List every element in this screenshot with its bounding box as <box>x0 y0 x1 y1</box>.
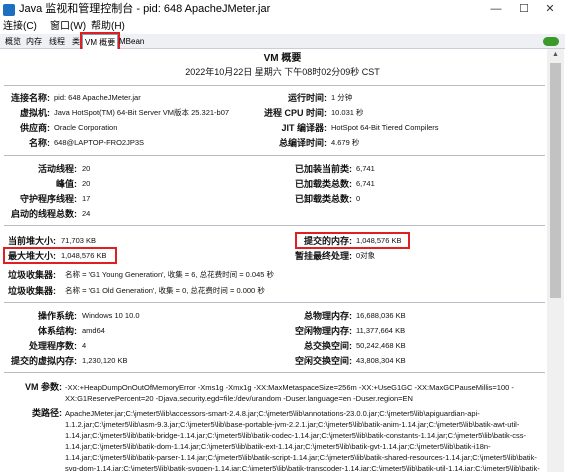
free-swap-label: 空闲交换空间: <box>295 356 352 366</box>
tab-overview[interactable]: 概览 <box>3 34 23 49</box>
os-label: 操作系统: <box>38 311 77 321</box>
tab-bar: 概览 内存 线程 类 VM 概要 MBean <box>0 32 565 51</box>
name-value: 648@LAPTOP-FRO2JP3S <box>54 138 145 147</box>
heap-label: 当前堆大小: <box>8 236 56 246</box>
free-swap-value: 43,808,304 KB <box>356 356 406 365</box>
jit-label: JIT 编译器: <box>281 123 327 133</box>
uptime-label: 运行时间: <box>288 93 327 103</box>
max-heap-value: 1,048,576 KB <box>61 251 107 260</box>
arch-value: amd64 <box>82 326 105 335</box>
committed-value: 1,048,576 KB <box>356 236 402 245</box>
divider <box>4 225 545 226</box>
title-bar: Java 监视和管理控制台 - pid: 648 ApacheJMeter.ja… <box>0 0 565 19</box>
free-phys-value: 11,377,664 KB <box>356 326 406 335</box>
os-value: Windows 10 10.0 <box>82 311 140 320</box>
phys-value: 16,688,036 KB <box>356 311 406 320</box>
divider <box>4 302 545 303</box>
daemon-value: 17 <box>82 194 91 203</box>
heap-value: 71,703 KB <box>61 236 97 245</box>
scroll-up-icon[interactable]: ▲ <box>547 49 564 61</box>
committed-label: 提交的内存: <box>304 236 352 246</box>
cpu-label: 进程 CPU 时间: <box>263 108 327 118</box>
live-threads-label: 活动线程: <box>38 164 77 174</box>
uptime-value: 1 分钟 <box>331 93 353 102</box>
menu-bar: 连接(C) 窗口(W) 帮助(H) <box>0 19 565 34</box>
gc-label: 垃圾收集器: <box>8 270 56 280</box>
summary-datetime: 2022年10月22日 星期六 下午08时02分09秒 CST <box>185 67 380 77</box>
vmem-label: 提交的虚拟内存: <box>11 356 77 366</box>
summary-title: VM 概要 <box>263 53 302 64</box>
compile-value: 4.679 秒 <box>331 138 360 147</box>
vmem-value: 1,230,120 KB <box>82 356 128 365</box>
menu-connection[interactable]: 连接(C) <box>3 19 37 34</box>
live-threads-value: 20 <box>82 164 91 173</box>
divider <box>4 372 545 373</box>
cpus-label: 处理程序数: <box>29 341 77 351</box>
vm-value: Java HotSpot(TM) 64-Bit Server VM版本 25.3… <box>54 108 230 117</box>
daemon-label: 守护程序线程: <box>20 194 77 204</box>
scrollbar-thumb[interactable] <box>550 63 561 298</box>
vm-label: 虚拟机: <box>20 108 50 118</box>
window-title: Java 监视和管理控制台 - pid: 648 ApacheJMeter.ja… <box>19 3 271 15</box>
menu-window[interactable]: 窗口(W) <box>50 19 86 34</box>
cpu-value: 10.031 秒 <box>331 108 364 117</box>
total-loaded-value: 6,741 <box>356 179 375 188</box>
jit-value: HotSpot 64-Bit Tiered Compilers <box>331 123 439 132</box>
tab-memory[interactable]: 内存 <box>24 34 44 49</box>
close-button[interactable]: ✕ <box>537 0 563 19</box>
total-loaded-label: 已加载类总数: <box>295 179 352 189</box>
tab-mbean[interactable]: MBean <box>117 34 146 49</box>
finalize-label: 暂挂最终处理: <box>295 251 352 261</box>
swap-label: 总交换空间: <box>304 341 352 351</box>
finalize-value: 0对象 <box>356 251 376 260</box>
unloaded-label: 已卸载类总数: <box>295 194 352 204</box>
vendor-value: Oracle Corporation <box>54 123 118 132</box>
menu-help[interactable]: 帮助(H) <box>91 19 125 34</box>
loaded-value: 6,741 <box>356 164 375 173</box>
vendor-label: 供应商: <box>20 123 50 133</box>
classpath-label: 类路径: <box>32 408 62 418</box>
name-label: 名称: <box>29 138 50 148</box>
jconsole-window: Java 监视和管理控制台 - pid: 648 ApacheJMeter.ja… <box>0 0 565 472</box>
java-app-icon <box>3 4 15 16</box>
tab-vm-summary[interactable]: VM 概要 <box>79 32 121 51</box>
compile-label: 总编译时间: <box>279 138 327 148</box>
connection-status-icon <box>543 37 559 46</box>
max-heap-label: 最大堆大小: <box>8 251 56 261</box>
vm-summary-panel: VM 概要 2022年10月22日 星期六 下午08时02分09秒 CST 连接… <box>0 49 565 472</box>
peak-label: 峰值: <box>56 179 77 189</box>
conn-name-label: 连接名称: <box>11 93 50 103</box>
gc1-value: 名称 = 'G1 Young Generation', 收集 = 6, 总花费时… <box>65 270 275 279</box>
arch-label: 体系结构: <box>38 326 77 336</box>
swap-value: 50,242,468 KB <box>356 341 406 350</box>
tab-threads[interactable]: 线程 <box>47 34 67 49</box>
vmargs-value: -XX:+HeapDumpOnOutOfMemoryError -Xms1g -… <box>65 383 514 403</box>
loaded-label: 已加装当前类: <box>295 164 352 174</box>
divider <box>4 155 545 156</box>
tab-classes[interactable]: 类 <box>70 34 82 49</box>
minimize-button[interactable]: — <box>483 0 509 19</box>
classpath-value: ApacheJMeter.jar;C:\jmeter5\lib\accessor… <box>65 409 540 471</box>
unloaded-value: 0 <box>356 194 361 203</box>
started-label: 启动的线程总数: <box>11 209 77 219</box>
gc2-value: 名称 = 'G1 Old Generation', 收集 = 0, 总花费时间 … <box>65 286 265 295</box>
conn-name-value: pid: 648 ApacheJMeter.jar <box>54 93 141 102</box>
cpus-value: 4 <box>82 341 87 350</box>
vmargs-label: VM 参数: <box>25 382 62 392</box>
maximize-button[interactable]: ☐ <box>511 0 537 19</box>
vertical-scrollbar[interactable]: ▲ <box>547 49 564 472</box>
gc-label: 垃圾收集器: <box>8 286 56 296</box>
free-phys-label: 空闲物理内存: <box>295 326 352 336</box>
started-value: 24 <box>82 209 91 218</box>
divider <box>4 85 545 86</box>
phys-label: 总物理内存: <box>304 311 352 321</box>
peak-value: 20 <box>82 179 91 188</box>
